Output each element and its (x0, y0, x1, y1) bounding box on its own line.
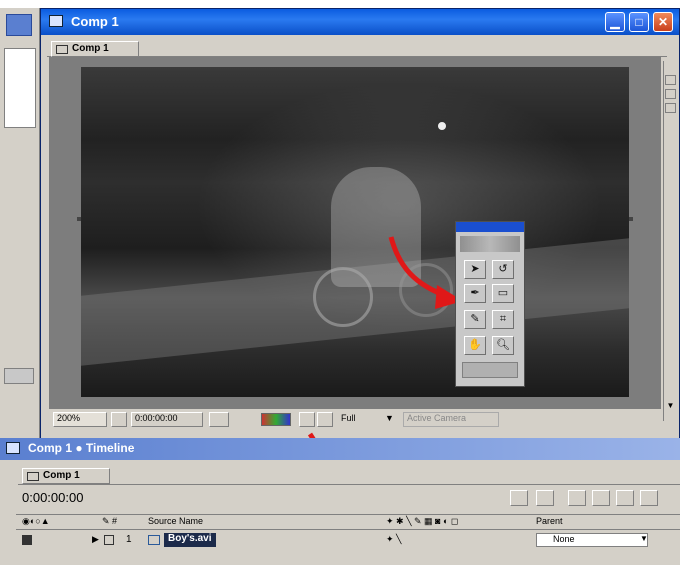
layer-number: 1 (126, 534, 132, 545)
maximize-icon: □ (635, 15, 643, 29)
minimize-icon: ▁ (610, 15, 620, 29)
pen-tool-button[interactable]: ✎ (464, 310, 486, 329)
timeline-window: Comp 1 ● Timeline Comp 1 0:00:00:00 ◉◐○▲… (0, 438, 680, 565)
rotate-tool-icon: ↺ (498, 263, 508, 275)
shy-layers-button[interactable] (592, 490, 610, 506)
anchor-point-icon[interactable] (437, 121, 447, 131)
av-features-icons: ◉◐○▲ (22, 516, 50, 526)
live-update-button[interactable] (536, 490, 554, 506)
side-button-2[interactable] (665, 89, 676, 99)
comp-window-title: Comp 1 (71, 14, 119, 29)
label-number-icons: ✎ # (102, 516, 118, 526)
tools-palette-titlebar[interactable] (456, 222, 524, 232)
pen-tool-icon: ✎ (470, 313, 480, 325)
hand-tool-button[interactable]: ✋ (464, 336, 486, 355)
hand-tool-icon: ✋ (468, 339, 482, 351)
app-icon (6, 14, 32, 36)
timeline-titlebar[interactable]: Comp 1 ● Timeline (0, 438, 680, 460)
timeline-tab-label: Comp 1 (43, 470, 80, 481)
timeline-tab-icon (27, 472, 39, 481)
resolution-dropdown-arrow[interactable]: ▼ (385, 413, 394, 423)
side-button-1[interactable] (665, 75, 676, 85)
safe-zones-button[interactable] (111, 412, 127, 427)
camera-tool-icon: ⌗ (499, 313, 507, 325)
channel-color-button[interactable] (261, 413, 291, 426)
rectangle-mask-tool-button[interactable]: ▭ (492, 284, 514, 303)
comp-tab-icon (56, 45, 68, 54)
camera-dropdown[interactable]: Active Camera (403, 412, 499, 427)
timeline-toolbar (510, 490, 680, 508)
timeline-layer-row[interactable]: ▶ 1 Boy's.avi ✦ ╲ None ▼ (16, 532, 680, 550)
parent-dropdown[interactable]: None (536, 533, 648, 547)
layer-name[interactable]: Boy's.avi (164, 533, 216, 547)
comp-window-icon (49, 15, 63, 27)
arrow-tool-icon: ➤ (470, 263, 480, 275)
frame-blending-button[interactable] (616, 490, 634, 506)
selection-tool-button[interactable]: ➤ (464, 260, 486, 279)
resolution-dropdown[interactable]: Full (341, 413, 356, 423)
viewer-side-buttons: ▼ (663, 61, 677, 421)
parent-dropdown-arrow[interactable]: ▼ (640, 534, 648, 543)
background-window-edge (0, 8, 40, 438)
tools-palette[interactable]: ➤ ↺ ✒ ▭ ✎ ⌗ ✋ 🔍︎ (455, 221, 525, 387)
pan-behind-tool-button[interactable]: ✒ (464, 284, 486, 303)
composition-viewer[interactable] (49, 57, 661, 409)
comp-tab-row: Comp 1 (47, 39, 667, 57)
timeline-timecode[interactable]: 0:00:00:00 (22, 490, 83, 505)
timeline-tab-rule (18, 484, 680, 485)
timeline-window-title: Comp 1 ● Timeline (28, 441, 135, 455)
timeline-window-icon (6, 442, 20, 454)
tab-comp-1[interactable]: Comp 1 (51, 41, 139, 57)
viewer-handle-left[interactable] (77, 217, 81, 221)
close-icon: ✕ (657, 15, 669, 29)
minimize-button[interactable]: ▁ (605, 12, 625, 32)
zoom-dropdown[interactable]: 200% (53, 412, 107, 427)
viewer-footer: 200% 0:00:00:00 Full ▼ Active Camera (49, 411, 661, 429)
close-button[interactable]: ✕ (653, 12, 673, 32)
timecode-display[interactable]: 0:00:00:00 (131, 412, 203, 427)
rectangle-tool-icon: ▭ (497, 287, 509, 299)
draft-3d-button[interactable] (568, 490, 586, 506)
tools-palette-header-bar (460, 236, 520, 252)
layer-file-icon (148, 535, 160, 545)
comp-window: Comp 1 ▁ □ ✕ Comp 1 ▼ ➤ ↺ ✒ ▭ ✎ ⌗ ✋ 🔍︎ 2… (40, 8, 680, 444)
pen-tool-icon: ✒ (470, 287, 480, 299)
switches-header-icons: ✦ ✱ ╲ ✎ ▦ ◙ ◐ ◻ (386, 516, 459, 526)
zoom-tool-icon: 🔍︎ (496, 339, 510, 351)
parent-header[interactable]: Parent (536, 516, 563, 526)
rotation-tool-button[interactable]: ↺ (492, 260, 514, 279)
comp-window-titlebar[interactable]: Comp 1 ▁ □ ✕ (41, 9, 679, 35)
layer-switch-icons[interactable]: ✦ ╲ (386, 534, 401, 545)
maximize-button[interactable]: □ (629, 12, 649, 32)
side-button-3[interactable] (665, 103, 676, 113)
label-color-box[interactable] (104, 535, 114, 545)
background-window-panel (4, 48, 36, 128)
snapshot-button[interactable] (209, 412, 229, 427)
timeline-column-header: ◉◐○▲ ✎ # Source Name ✦ ✱ ╲ ✎ ▦ ◙ ◐ ◻ Par… (16, 514, 680, 530)
layer-expand-icon[interactable]: ▶ (92, 534, 99, 545)
region-of-interest-button[interactable] (299, 412, 315, 427)
video-switch-icon[interactable] (22, 535, 32, 545)
motion-blur-button[interactable] (640, 490, 658, 506)
zoom-tool-button[interactable]: 🔍︎ (492, 336, 514, 355)
tools-palette-bottom-row (462, 362, 518, 378)
scroll-down-arrow[interactable]: ▼ (665, 401, 676, 411)
panel-corner-icon[interactable] (4, 368, 34, 384)
footage-frame[interactable] (81, 67, 629, 397)
bicycle-wheel-front (313, 267, 373, 327)
tab-comp-1-label: Comp 1 (72, 43, 109, 54)
viewer-handle-right[interactable] (629, 217, 633, 221)
source-name-header[interactable]: Source Name (148, 516, 203, 526)
comp-flowchart-button[interactable] (510, 490, 528, 506)
timeline-tab-comp-1[interactable]: Comp 1 (22, 468, 110, 484)
transparency-grid-button[interactable] (317, 412, 333, 427)
camera-tool-button[interactable]: ⌗ (492, 310, 514, 329)
